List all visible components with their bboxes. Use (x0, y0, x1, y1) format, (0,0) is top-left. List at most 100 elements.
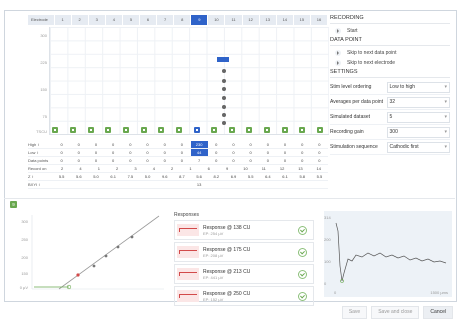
growth-point (104, 254, 108, 258)
electrode-chip[interactable] (122, 127, 129, 133)
electrode-chip[interactable] (193, 127, 200, 133)
electrode-chip[interactable] (158, 127, 165, 133)
table-cell: 0 (301, 158, 304, 163)
table-cell: 230 (190, 141, 208, 148)
electrode-header-cell[interactable]: 4 (106, 15, 123, 25)
setting-select[interactable]: Cathodic first (386, 141, 450, 153)
skip-data-point-button[interactable]: Skip to next data point (330, 48, 450, 58)
table-cell: 1 (189, 166, 192, 171)
table-cell: 0 (283, 158, 287, 163)
waveform-plot: 314 200 100 0 0 1500 µms (324, 211, 452, 297)
table-cell: 0 (232, 158, 235, 163)
electrode-header-cell[interactable]: 3 (89, 15, 106, 25)
cancel-button[interactable]: Cancel (423, 306, 453, 319)
response-item[interactable]: Response @ 175 CU EP: 208 µV (174, 242, 314, 262)
setting-row: Recording gain 300 (330, 125, 450, 140)
setting-label: Stim level ordering (330, 84, 372, 90)
table-row: BXYI ↕ 13 (28, 181, 328, 189)
electrode-header-cell[interactable]: 5 (123, 15, 140, 25)
selected-level-marker[interactable] (217, 57, 229, 62)
electrode-header-cell[interactable]: 9 (191, 15, 209, 25)
electrode-header-cell[interactable]: 11 (225, 15, 243, 25)
table-cell: 0 (180, 158, 184, 163)
electrode-header-cell[interactable]: 1 (55, 15, 72, 25)
table-cell: 5.5 (58, 174, 65, 179)
electrode-chip[interactable] (105, 127, 112, 133)
table-cell (294, 181, 311, 188)
table-cell: 11 (261, 166, 266, 171)
save-close-button[interactable]: Save and close (371, 306, 420, 319)
electrode-header-cell[interactable]: 12 (243, 15, 260, 25)
electrode-chip[interactable] (175, 127, 182, 133)
response-item[interactable]: Response @ 138 CU EP: 254 µV (174, 220, 314, 240)
table-cell: 5.6 (76, 174, 82, 179)
table-row: Data points 0 0 0 0 0 0 0 0 7 0 0 0 0 0 0 0 (28, 157, 328, 165)
table-cell: 14 (316, 166, 321, 171)
electrode-chip[interactable] (140, 127, 147, 133)
response-text: Response @ 250 CU EP: 152 µV (203, 291, 298, 302)
electrode-header-cell[interactable]: 8 (174, 15, 192, 25)
electrode-header-cell[interactable]: 6 (140, 15, 158, 25)
data-dot (222, 69, 226, 73)
start-button[interactable]: Start (330, 26, 450, 36)
table-row: High ↕ 0 0 0 0 0 0 0 0 230 0 0 0 0 0 0 0 (28, 141, 328, 149)
electrode-chip[interactable] (228, 127, 235, 133)
electrode-header-cell[interactable]: 16 (311, 15, 329, 25)
table-cell: 0 (60, 158, 63, 163)
table-cell: 12 (279, 166, 285, 171)
setting-select[interactable]: 32 (386, 96, 450, 108)
setting-label: Stimulation sequence (330, 144, 378, 150)
response-sub: EP: 152 µV (203, 296, 224, 302)
check-icon[interactable] (298, 247, 307, 257)
table-cell: 0 (232, 142, 235, 147)
table-cell: 2 (171, 166, 174, 171)
table-cell (208, 181, 225, 188)
electrode-chip[interactable] (70, 127, 76, 133)
y-tick: 225 (40, 60, 47, 65)
threshold-plot[interactable] (49, 27, 329, 135)
growth-svg (31, 215, 164, 290)
skip-electrode-button[interactable]: Skip to next electrode (330, 58, 450, 68)
side-panel: RECORDING Start DATA POINT Skip to next … (330, 14, 450, 155)
response-item[interactable]: Response @ 250 CU EP: 152 µV (174, 286, 314, 306)
table-cell: 0 (163, 158, 166, 163)
table-cell: 0 (249, 150, 252, 155)
electrode-header-cell[interactable]: 10 (208, 15, 226, 25)
table-cell (122, 181, 139, 188)
electrode-header-cell[interactable]: 13 (260, 15, 277, 25)
table-cell (156, 181, 173, 188)
electrode-chip[interactable] (52, 127, 59, 133)
electrode-chip[interactable] (264, 127, 271, 133)
setting-row: Simulated dataset 5 (330, 110, 450, 125)
table-cell: 9.6 (161, 174, 168, 179)
electrode-header-cell[interactable]: 2 (72, 15, 89, 25)
save-button[interactable]: Save (341, 306, 368, 319)
response-text: Response @ 175 CU EP: 208 µV (203, 247, 298, 258)
check-icon[interactable] (298, 291, 307, 301)
electrode-header-cell[interactable]: 7 (157, 15, 175, 25)
table-cell: 4 (152, 166, 155, 171)
electrode-chip[interactable] (317, 127, 324, 133)
electrode-header-cell[interactable]: 14 (277, 15, 294, 25)
electrode-header-cell[interactable]: 15 (294, 15, 311, 25)
table-cell: 0 (163, 150, 166, 155)
table-cell (87, 181, 104, 188)
table-cell: 0 (146, 142, 149, 147)
response-thumbnail (177, 224, 199, 236)
table-cell: 0 (232, 150, 235, 155)
setting-select[interactable]: 5 (386, 111, 450, 123)
setting-select[interactable]: 300 (386, 126, 450, 138)
electrode-chip[interactable] (246, 127, 253, 133)
check-icon[interactable] (298, 269, 307, 279)
response-item[interactable]: Response @ 213 CU EP: 441 µV (174, 264, 314, 284)
check-icon[interactable] (298, 225, 307, 235)
setting-select[interactable]: Low to high (386, 81, 450, 93)
electrode-chip[interactable] (299, 127, 306, 133)
electrode-chip[interactable] (211, 127, 218, 133)
electrode-chip[interactable] (281, 127, 288, 133)
table-cell: 0 (94, 150, 98, 155)
table-cell: 3 (134, 166, 137, 171)
table-cell: 0 (163, 142, 166, 147)
data-dot (222, 96, 226, 100)
electrode-chip[interactable] (87, 127, 94, 133)
